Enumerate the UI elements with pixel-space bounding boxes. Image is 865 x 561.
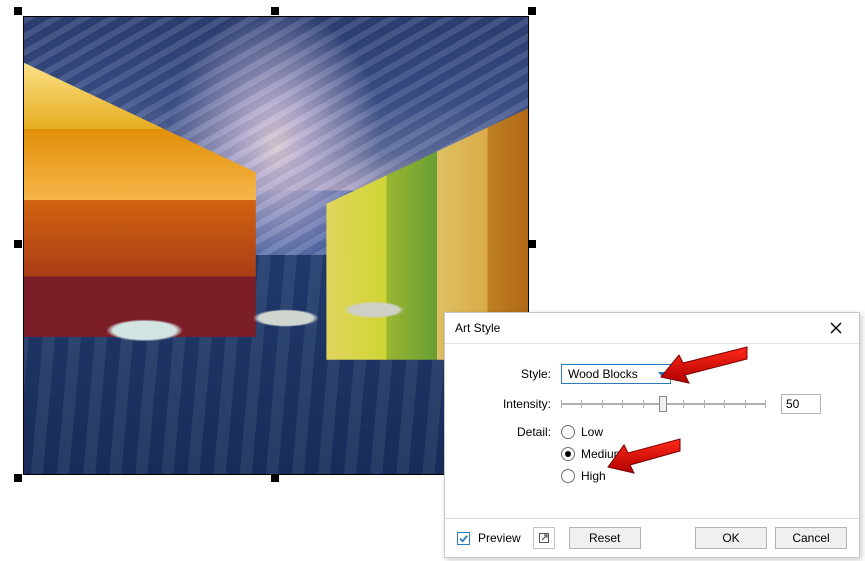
reset-button[interactable]: Reset bbox=[569, 527, 641, 549]
close-icon bbox=[830, 322, 842, 334]
preview-checkbox[interactable] bbox=[457, 532, 470, 545]
detail-radio-low[interactable]: Low bbox=[561, 424, 624, 440]
radio-icon bbox=[561, 447, 575, 461]
detail-low-label: Low bbox=[581, 425, 603, 439]
detail-label: Detail: bbox=[463, 424, 561, 439]
detail-radio-medium[interactable]: Medium bbox=[561, 446, 624, 462]
radio-icon bbox=[561, 425, 575, 439]
close-button[interactable] bbox=[819, 316, 853, 340]
checkmark-icon bbox=[459, 534, 468, 543]
dialog-titlebar[interactable]: Art Style bbox=[445, 313, 859, 344]
resize-handle-top-middle[interactable] bbox=[271, 7, 279, 15]
resize-handle-middle-right[interactable] bbox=[528, 240, 536, 248]
popout-icon bbox=[538, 532, 550, 544]
intensity-slider-thumb[interactable] bbox=[659, 396, 667, 412]
resize-handle-bottom-left[interactable] bbox=[14, 474, 22, 482]
intensity-label: Intensity: bbox=[463, 397, 561, 411]
intensity-value-input[interactable]: 50 bbox=[781, 394, 821, 414]
style-label: Style: bbox=[463, 367, 561, 381]
style-dropdown[interactable]: Wood Blocks bbox=[561, 364, 671, 384]
resize-handle-top-left[interactable] bbox=[14, 7, 22, 15]
dialog-title: Art Style bbox=[455, 321, 819, 335]
preview-popout-button[interactable] bbox=[533, 527, 555, 549]
detail-medium-label: Medium bbox=[581, 447, 624, 461]
ok-button[interactable]: OK bbox=[695, 527, 767, 549]
art-style-dialog: Art Style Style: Wood Blocks Intensi bbox=[444, 312, 860, 558]
cancel-button[interactable]: Cancel bbox=[775, 527, 847, 549]
resize-handle-middle-left[interactable] bbox=[14, 240, 22, 248]
chevron-down-icon bbox=[654, 367, 670, 381]
resize-handle-top-right[interactable] bbox=[528, 7, 536, 15]
detail-high-label: High bbox=[581, 469, 606, 483]
resize-handle-bottom-middle[interactable] bbox=[271, 474, 279, 482]
radio-icon bbox=[561, 469, 575, 483]
detail-radio-high[interactable]: High bbox=[561, 468, 624, 484]
style-dropdown-value: Wood Blocks bbox=[568, 367, 654, 381]
preview-label: Preview bbox=[478, 531, 521, 545]
intensity-slider[interactable] bbox=[561, 395, 765, 413]
